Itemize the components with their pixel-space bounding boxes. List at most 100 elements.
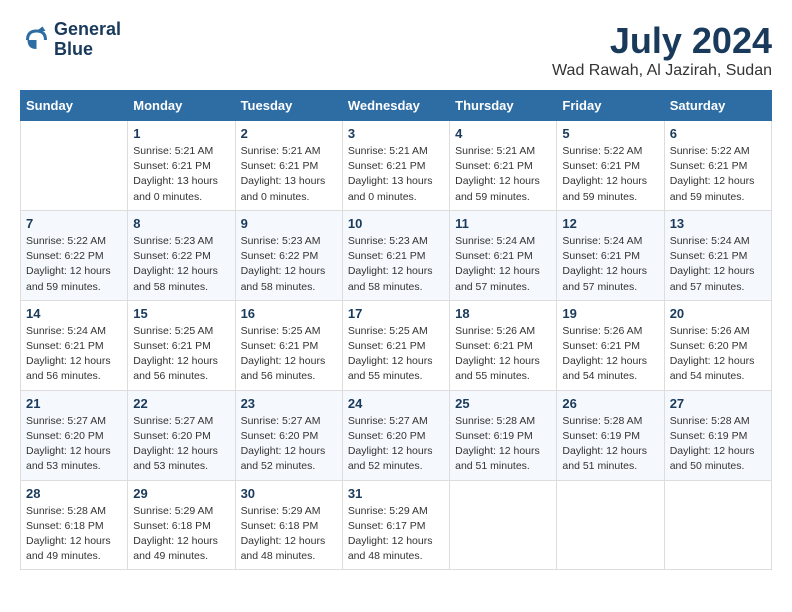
day-number: 3 xyxy=(348,126,444,141)
day-info: Sunrise: 5:23 AM Sunset: 6:21 PM Dayligh… xyxy=(348,234,444,295)
calendar-week-row: 7 Sunrise: 5:22 AM Sunset: 6:22 PM Daylig… xyxy=(21,210,772,300)
day-number: 13 xyxy=(670,216,766,231)
calendar-cell: 24 Sunrise: 5:27 AM Sunset: 6:20 PM Dayli… xyxy=(342,390,449,480)
day-number: 19 xyxy=(562,306,658,321)
day-number: 6 xyxy=(670,126,766,141)
day-info: Sunrise: 5:22 AM Sunset: 6:21 PM Dayligh… xyxy=(670,144,766,205)
day-info: Sunrise: 5:28 AM Sunset: 6:18 PM Dayligh… xyxy=(26,504,122,565)
calendar-table: SundayMondayTuesdayWednesdayThursdayFrid… xyxy=(20,90,772,570)
day-number: 25 xyxy=(455,396,551,411)
calendar-cell: 20Sunrise: 5:26 AM Sunset: 6:20 PM Dayli… xyxy=(664,300,771,390)
weekday-header: Saturday xyxy=(664,91,771,121)
day-number: 27 xyxy=(670,396,766,411)
day-number: 2 xyxy=(241,126,337,141)
day-number: 7 xyxy=(26,216,122,231)
day-number: 5 xyxy=(562,126,658,141)
day-number: 15 xyxy=(133,306,229,321)
page-header: General Blue July 2024 Wad Rawah, Al Jaz… xyxy=(20,20,772,80)
day-info: Sunrise: 5:23 AM Sunset: 6:22 PM Dayligh… xyxy=(241,234,337,295)
day-info: Sunrise: 5:25 AM Sunset: 6:21 PM Dayligh… xyxy=(348,324,444,385)
calendar-cell xyxy=(557,480,664,570)
calendar-cell: 4 Sunrise: 5:21 AM Sunset: 6:21 PM Daylig… xyxy=(450,121,557,211)
calendar-cell: 14 Sunrise: 5:24 AM Sunset: 6:21 PM Dayli… xyxy=(21,300,128,390)
calendar-cell: 23Sunrise: 5:27 AM Sunset: 6:20 PM Dayli… xyxy=(235,390,342,480)
month-title: July 2024 xyxy=(552,20,772,62)
day-info: Sunrise: 5:21 AM Sunset: 6:21 PM Dayligh… xyxy=(455,144,551,205)
calendar-cell: 2Sunrise: 5:21 AM Sunset: 6:21 PM Daylig… xyxy=(235,121,342,211)
calendar-cell: 27 Sunrise: 5:28 AM Sunset: 6:19 PM Dayli… xyxy=(664,390,771,480)
day-number: 1 xyxy=(133,126,229,141)
logo-icon xyxy=(20,25,50,55)
calendar-cell: 9Sunrise: 5:23 AM Sunset: 6:22 PM Daylig… xyxy=(235,210,342,300)
calendar-cell: 29 Sunrise: 5:29 AM Sunset: 6:18 PM Dayli… xyxy=(128,480,235,570)
day-info: Sunrise: 5:26 AM Sunset: 6:21 PM Dayligh… xyxy=(562,324,658,385)
day-number: 30 xyxy=(241,486,337,501)
calendar-cell: 22 Sunrise: 5:27 AM Sunset: 6:20 PM Dayli… xyxy=(128,390,235,480)
day-info: Sunrise: 5:29 AM Sunset: 6:18 PM Dayligh… xyxy=(133,504,229,565)
calendar-cell: 13 Sunrise: 5:24 AM Sunset: 6:21 PM Dayli… xyxy=(664,210,771,300)
calendar-cell: 11 Sunrise: 5:24 AM Sunset: 6:21 PM Dayli… xyxy=(450,210,557,300)
weekday-header: Sunday xyxy=(21,91,128,121)
day-info: Sunrise: 5:22 AM Sunset: 6:22 PM Dayligh… xyxy=(26,234,122,295)
day-number: 29 xyxy=(133,486,229,501)
calendar-cell: 31 Sunrise: 5:29 AM Sunset: 6:17 PM Dayli… xyxy=(342,480,449,570)
title-block: July 2024 Wad Rawah, Al Jazirah, Sudan xyxy=(552,20,772,80)
day-number: 18 xyxy=(455,306,551,321)
calendar-week-row: 14 Sunrise: 5:24 AM Sunset: 6:21 PM Dayli… xyxy=(21,300,772,390)
calendar-cell: 28Sunrise: 5:28 AM Sunset: 6:18 PM Dayli… xyxy=(21,480,128,570)
day-info: Sunrise: 5:27 AM Sunset: 6:20 PM Dayligh… xyxy=(26,414,122,475)
day-info: Sunrise: 5:24 AM Sunset: 6:21 PM Dayligh… xyxy=(26,324,122,385)
calendar-cell: 19 Sunrise: 5:26 AM Sunset: 6:21 PM Dayli… xyxy=(557,300,664,390)
day-info: Sunrise: 5:27 AM Sunset: 6:20 PM Dayligh… xyxy=(348,414,444,475)
day-info: Sunrise: 5:24 AM Sunset: 6:21 PM Dayligh… xyxy=(455,234,551,295)
calendar-cell xyxy=(450,480,557,570)
day-number: 24 xyxy=(348,396,444,411)
day-number: 14 xyxy=(26,306,122,321)
day-info: Sunrise: 5:21 AM Sunset: 6:21 PM Dayligh… xyxy=(133,144,229,205)
day-info: Sunrise: 5:26 AM Sunset: 6:21 PM Dayligh… xyxy=(455,324,551,385)
day-number: 4 xyxy=(455,126,551,141)
day-info: Sunrise: 5:27 AM Sunset: 6:20 PM Dayligh… xyxy=(133,414,229,475)
calendar-cell: 17 Sunrise: 5:25 AM Sunset: 6:21 PM Dayli… xyxy=(342,300,449,390)
calendar-cell: 1 Sunrise: 5:21 AM Sunset: 6:21 PM Daylig… xyxy=(128,121,235,211)
day-info: Sunrise: 5:28 AM Sunset: 6:19 PM Dayligh… xyxy=(670,414,766,475)
calendar-week-row: 1 Sunrise: 5:21 AM Sunset: 6:21 PM Daylig… xyxy=(21,121,772,211)
calendar-cell: 6 Sunrise: 5:22 AM Sunset: 6:21 PM Daylig… xyxy=(664,121,771,211)
weekday-header: Tuesday xyxy=(235,91,342,121)
day-info: Sunrise: 5:29 AM Sunset: 6:17 PM Dayligh… xyxy=(348,504,444,565)
day-number: 26 xyxy=(562,396,658,411)
day-info: Sunrise: 5:28 AM Sunset: 6:19 PM Dayligh… xyxy=(455,414,551,475)
day-number: 22 xyxy=(133,396,229,411)
day-info: Sunrise: 5:21 AM Sunset: 6:21 PM Dayligh… xyxy=(348,144,444,205)
day-number: 12 xyxy=(562,216,658,231)
logo: General Blue xyxy=(20,20,121,60)
weekday-header: Thursday xyxy=(450,91,557,121)
calendar-cell: 16 Sunrise: 5:25 AM Sunset: 6:21 PM Dayli… xyxy=(235,300,342,390)
calendar-cell: 10Sunrise: 5:23 AM Sunset: 6:21 PM Dayli… xyxy=(342,210,449,300)
calendar-cell: 18 Sunrise: 5:26 AM Sunset: 6:21 PM Dayli… xyxy=(450,300,557,390)
day-number: 23 xyxy=(241,396,337,411)
calendar-cell: 21Sunrise: 5:27 AM Sunset: 6:20 PM Dayli… xyxy=(21,390,128,480)
calendar-cell xyxy=(21,121,128,211)
day-info: Sunrise: 5:22 AM Sunset: 6:21 PM Dayligh… xyxy=(562,144,658,205)
day-number: 20 xyxy=(670,306,766,321)
calendar-cell: 8 Sunrise: 5:23 AM Sunset: 6:22 PM Daylig… xyxy=(128,210,235,300)
calendar-cell: 15Sunrise: 5:25 AM Sunset: 6:21 PM Dayli… xyxy=(128,300,235,390)
day-info: Sunrise: 5:24 AM Sunset: 6:21 PM Dayligh… xyxy=(562,234,658,295)
day-info: Sunrise: 5:24 AM Sunset: 6:21 PM Dayligh… xyxy=(670,234,766,295)
day-info: Sunrise: 5:25 AM Sunset: 6:21 PM Dayligh… xyxy=(241,324,337,385)
calendar-cell: 25 Sunrise: 5:28 AM Sunset: 6:19 PM Dayli… xyxy=(450,390,557,480)
calendar-cell: 3 Sunrise: 5:21 AM Sunset: 6:21 PM Daylig… xyxy=(342,121,449,211)
day-number: 16 xyxy=(241,306,337,321)
calendar-cell xyxy=(664,480,771,570)
day-number: 17 xyxy=(348,306,444,321)
day-number: 31 xyxy=(348,486,444,501)
day-info: Sunrise: 5:23 AM Sunset: 6:22 PM Dayligh… xyxy=(133,234,229,295)
weekday-header-row: SundayMondayTuesdayWednesdayThursdayFrid… xyxy=(21,91,772,121)
weekday-header: Monday xyxy=(128,91,235,121)
day-number: 8 xyxy=(133,216,229,231)
calendar-week-row: 21Sunrise: 5:27 AM Sunset: 6:20 PM Dayli… xyxy=(21,390,772,480)
logo-text: General Blue xyxy=(54,20,121,60)
weekday-header: Wednesday xyxy=(342,91,449,121)
day-number: 11 xyxy=(455,216,551,231)
